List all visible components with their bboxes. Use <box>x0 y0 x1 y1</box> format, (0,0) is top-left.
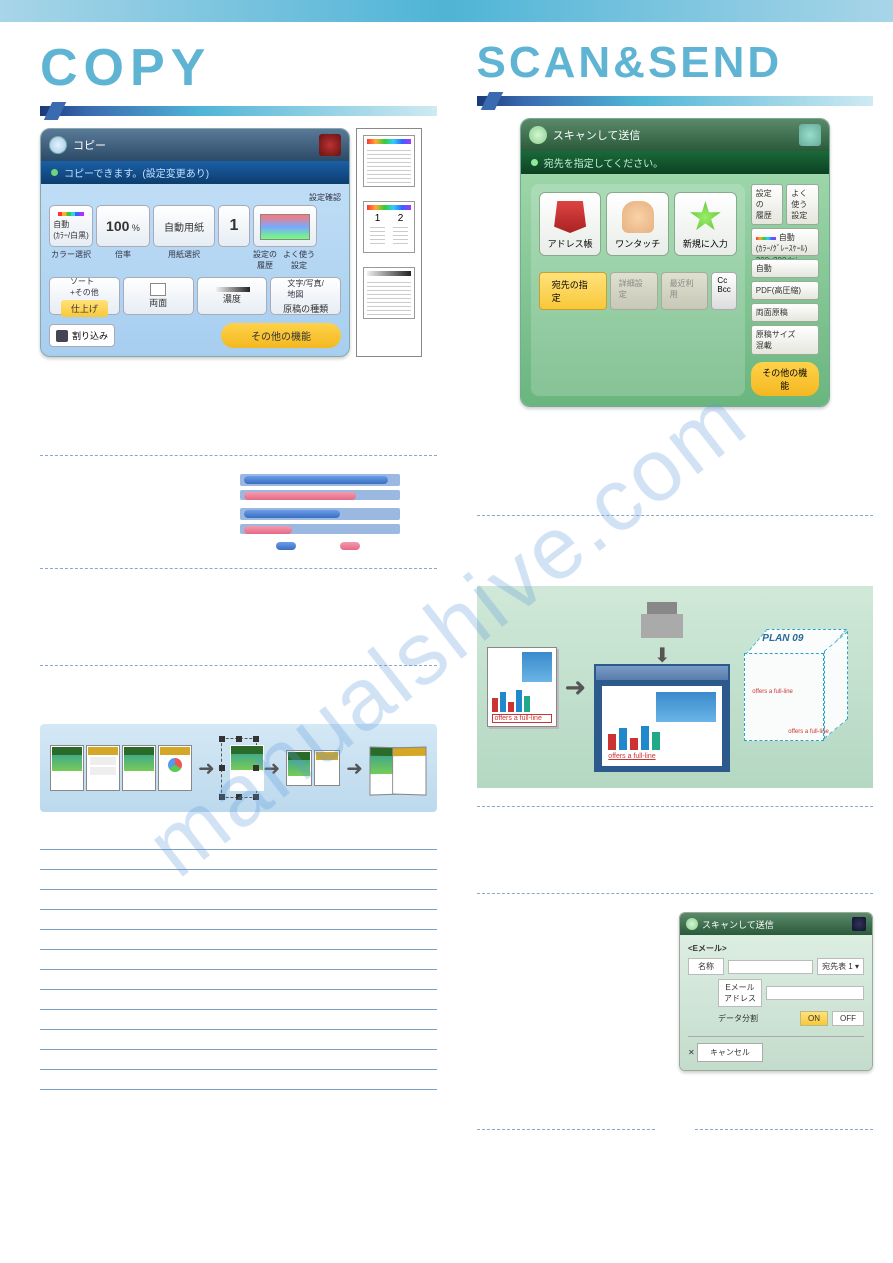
plan-cube: PLAN 09 offers a full-line offers a full… <box>744 629 848 745</box>
copy-panel: コピー コピーできます。(設定変更あり) 設定確認 自動 (ｶﾗｰ/白黒) 10… <box>40 128 350 357</box>
arrow-right-icon: ➜ <box>263 756 280 781</box>
preview-gray <box>363 267 415 319</box>
history-label[interactable]: 設定の 履歴 <box>253 249 277 271</box>
powerpoint-window: offers a full-line <box>594 664 730 772</box>
side-favorite[interactable]: よく使う 設定 <box>786 184 819 225</box>
cancel-x[interactable]: ✕ <box>688 1048 695 1057</box>
copies-tile[interactable]: 1 <box>218 205 250 247</box>
printer-icon <box>637 602 687 648</box>
arrow-right-icon: ➜ <box>346 756 363 781</box>
cancel-button[interactable]: キャンセル <box>697 1043 763 1062</box>
density-tile[interactable]: 濃度 <box>197 277 268 315</box>
duplex-tile[interactable]: 両面 <box>123 277 194 315</box>
paper-tile[interactable]: 自動用紙 <box>153 205 215 247</box>
split-off-button[interactable]: OFF <box>832 1011 864 1026</box>
side-size[interactable]: 自動 <box>751 259 819 278</box>
address-book-button[interactable]: アドレス帳 <box>539 192 602 256</box>
new-destination-button[interactable]: 新規に入力 <box>674 192 737 256</box>
accent-bar <box>40 106 437 116</box>
address-label: Eメール アドレス <box>718 979 762 1007</box>
leaf-icon <box>529 126 547 144</box>
copy-panel-titlebar: コピー <box>41 129 349 161</box>
side-history[interactable]: 設定の 履歴 <box>751 184 784 225</box>
cube-icon[interactable] <box>852 917 866 931</box>
booklet-icon <box>369 741 427 795</box>
addressbook-select[interactable]: 宛先表 1 ▾ <box>817 958 864 975</box>
name-label: 名称 <box>688 958 724 975</box>
preview-color-2up: 12 <box>363 201 415 253</box>
legend-pink <box>340 540 364 550</box>
scan-panel: スキャンして送信 宛先を指定してください。 アドレス帳 ワンタッチ 新規に入力 … <box>520 118 830 407</box>
copy-heading: COPY <box>40 38 437 98</box>
side-duplex[interactable]: 両面原稿 <box>751 303 819 322</box>
color-mode-tile[interactable]: 自動 (ｶﾗｰ/白黒) <box>49 205 93 247</box>
preview-color-single <box>363 135 415 187</box>
crop-box <box>221 738 258 798</box>
destination-button[interactable]: 宛先の指定 <box>539 272 607 310</box>
interrupt-button[interactable]: 割り込み <box>49 324 115 347</box>
ooxml-flow: offers a full-line ➜ ⬇ offers a full-lin… <box>477 586 874 788</box>
paper-label[interactable]: 用紙選択 <box>153 249 215 271</box>
side-color-mode[interactable]: 自動 (ｶﾗｰ/ｸﾞﾚｰｽｹｰﾙ)300x300dpi <box>751 228 819 256</box>
ratio-tile[interactable]: 100 % <box>96 205 150 247</box>
star-icon <box>689 201 721 233</box>
comparison-chart <box>240 474 400 550</box>
preview-sidebar: 12 <box>356 128 422 357</box>
scan-status: 宛先を指定してください。 <box>521 151 829 174</box>
cube-icon[interactable] <box>799 124 821 146</box>
hand-icon <box>622 201 654 233</box>
ruled-lines <box>40 830 437 1090</box>
split-label: データ分割 <box>718 1013 758 1024</box>
copy-status: コピーできます。(設定変更あり) <box>41 161 349 184</box>
confirm-label: 設定確認 <box>49 192 341 203</box>
top-gradient-bar <box>447 0 893 22</box>
side-other-button[interactable]: その他の機能 <box>751 362 819 396</box>
color-label[interactable]: カラー選択 <box>49 249 93 271</box>
email-form-title: スキャンして送信 <box>680 913 872 935</box>
legend-blue <box>276 540 300 550</box>
name-input[interactable] <box>728 960 813 974</box>
scan-panel-titlebar: スキャンして送信 <box>521 119 829 151</box>
original-type-tile[interactable]: 文字/写真/ 地図原稿の種類 <box>270 277 341 315</box>
top-gradient-bar <box>0 0 447 22</box>
paper-document-thumb: offers a full-line <box>487 647 557 727</box>
address-book-icon <box>554 201 586 233</box>
page-icon <box>150 283 166 296</box>
side-mixed[interactable]: 原稿サイズ 混載 <box>751 325 819 355</box>
recent-button: 最近利用 <box>661 272 709 310</box>
side-format[interactable]: PDF(高圧縮) <box>751 281 819 300</box>
detail-button: 詳細設定 <box>610 272 658 310</box>
globe-icon <box>49 136 67 154</box>
copy-panel-title: コピー <box>73 137 106 153</box>
arrow-right-icon: ➜ <box>565 672 587 703</box>
split-on-button[interactable]: ON <box>800 1011 828 1026</box>
ratio-label[interactable]: 倍率 <box>96 249 150 271</box>
email-form: スキャンして送信 <Eメール> 名称 宛先表 1 ▾ Eメール アドレス データ… <box>679 912 873 1071</box>
address-input[interactable] <box>766 986 864 1000</box>
arrow-down-icon: ⬇ <box>654 650 671 662</box>
arrow-right-icon: ➜ <box>198 756 215 781</box>
scan-heading: SCAN&SEND <box>477 38 874 88</box>
favorite-label[interactable]: よく使う 設定 <box>283 249 315 271</box>
email-form-subtitle: <Eメール> <box>688 943 864 954</box>
scan-panel-title: スキャンして送信 <box>553 127 641 143</box>
one-touch-button[interactable]: ワンタッチ <box>606 192 669 256</box>
accent-bar <box>477 96 874 106</box>
confirm-tile[interactable] <box>253 205 317 247</box>
cc-bcc-button[interactable]: Cc Bcc <box>711 272 736 310</box>
finish-tile[interactable]: ソート +その他仕上げ <box>49 277 120 315</box>
booklet-workflow: ➜ ➜ ➜ <box>40 724 437 812</box>
cube-icon[interactable] <box>319 134 341 156</box>
other-functions-button[interactable]: その他の機能 <box>221 323 341 348</box>
